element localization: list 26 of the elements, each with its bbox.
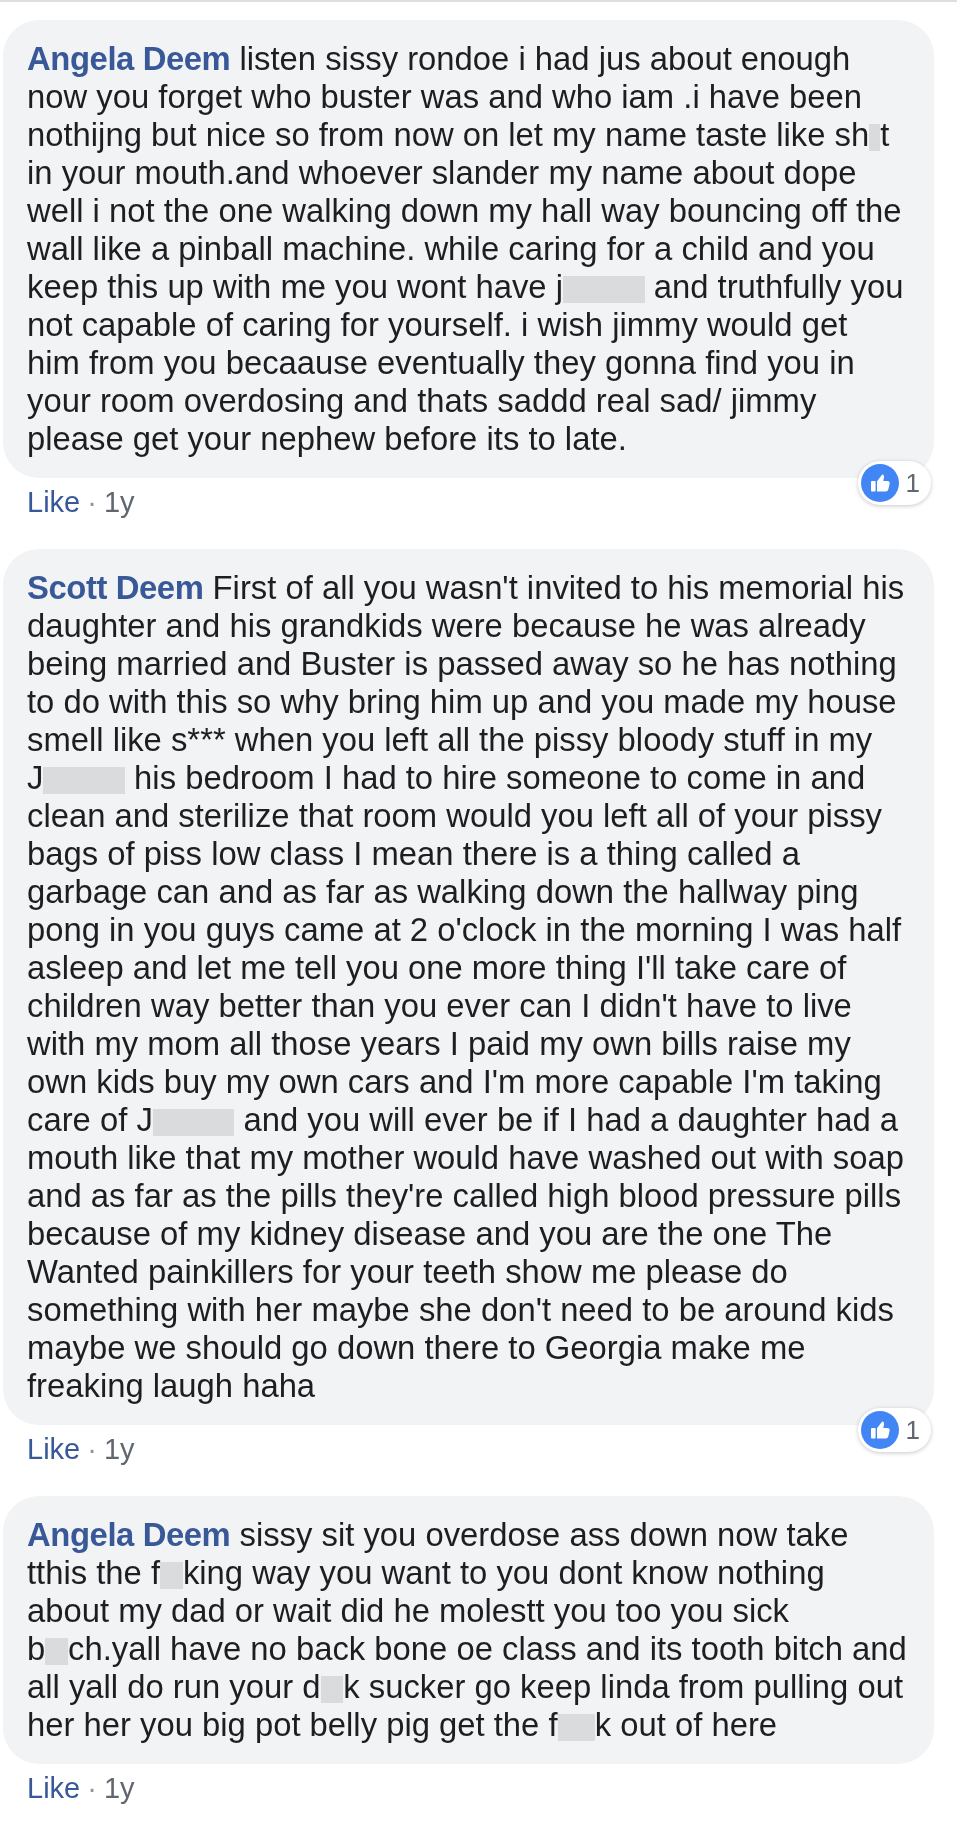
reaction-count: 1 bbox=[905, 468, 920, 498]
redaction-block bbox=[45, 1638, 69, 1665]
comment-text: Scott Deem First of all you wasn't invited to his memorial his daughter and his grandkids were because he was already being married and Buster is passed away so he has nothing to do with this so why bring him up and you made my house smell like s*** when you left all the pissy bloody stuff in my J his bedroom I had to hire someone to come in and clean and sterilize that room would you left all of your pissy bags of piss low class I mean there is a thing called a garbage can and as far as walking down the hallway ping pong in you guys came at 2 o'clock in the morning I was half asleep and let me tell you one more thing I'll take care of children way better than you ever can I didn't have to live with my mom all those years I paid my own bills raise my own kids buy my own cars and I'm more capable I'm taking care of J and you will ever be if I had a daughter had a mouth like that my mother would have washed out with soap and as far as the pills they're called high blood pressure pills because of my kidney disease and you are the one The Wanted painkillers for your teeth show me please do something with her maybe she don't need to be around kids maybe we should go down there to Georgia make me freaking laugh haha bbox=[27, 569, 906, 1405]
dot-separator: · bbox=[87, 1433, 97, 1465]
dot-separator: · bbox=[87, 486, 97, 518]
reaction-badge[interactable]: 1 bbox=[857, 1408, 931, 1452]
author-link[interactable]: Angela Deem bbox=[27, 1516, 231, 1553]
like-link[interactable]: Like bbox=[27, 1772, 81, 1804]
timestamp[interactable]: 1y bbox=[103, 1772, 135, 1804]
redaction-block bbox=[160, 1562, 183, 1589]
like-link[interactable]: Like bbox=[27, 1433, 81, 1465]
comment-text: Angela Deem listen sissy rondoe i had jus about enough now you forget who buster was and who iam .i have been nothijng but nice so from now on let my name taste like sh t in your mouth.and whoever slander my name about dope well i not the one walking down my hall way bouncing off the wall like a pinball machine. while caring for a child and you keep this up with me you wont have j and truthfully you not capable of caring for yourself. i wish jimmy would get him from you becaause eventually they gonna find you in your room overdosing and thats saddd real sad/ jimmy please get your nephew before its to late. bbox=[27, 40, 905, 458]
thumbs-up-icon bbox=[860, 464, 899, 502]
reaction-badge[interactable]: 1 bbox=[857, 461, 931, 505]
redaction-block bbox=[557, 1714, 595, 1741]
comment-text: Angela Deem sissy sit you overdose ass down now take tthis the f king way you want to you dont know nothing about my dad or wait did he molestt you too you sick b ch.yall have no back bone oe class and its tooth bitch and all yall do run your d k sucker go keep linda from pulling out her her you big pot belly pig get the f k out of here bbox=[27, 1516, 907, 1744]
author-link[interactable]: Scott Deem bbox=[27, 569, 204, 606]
thumbs-up-icon bbox=[860, 1411, 899, 1449]
reaction-count: 1 bbox=[905, 1415, 920, 1445]
like-link[interactable]: Like bbox=[27, 486, 81, 518]
timestamp[interactable]: 1y bbox=[103, 1433, 135, 1465]
redaction-block bbox=[320, 1676, 344, 1703]
dot-separator: · bbox=[87, 1772, 97, 1804]
author-link[interactable]: Angela Deem bbox=[27, 40, 231, 77]
redaction-block bbox=[869, 124, 881, 151]
timestamp[interactable]: 1y bbox=[103, 486, 135, 518]
